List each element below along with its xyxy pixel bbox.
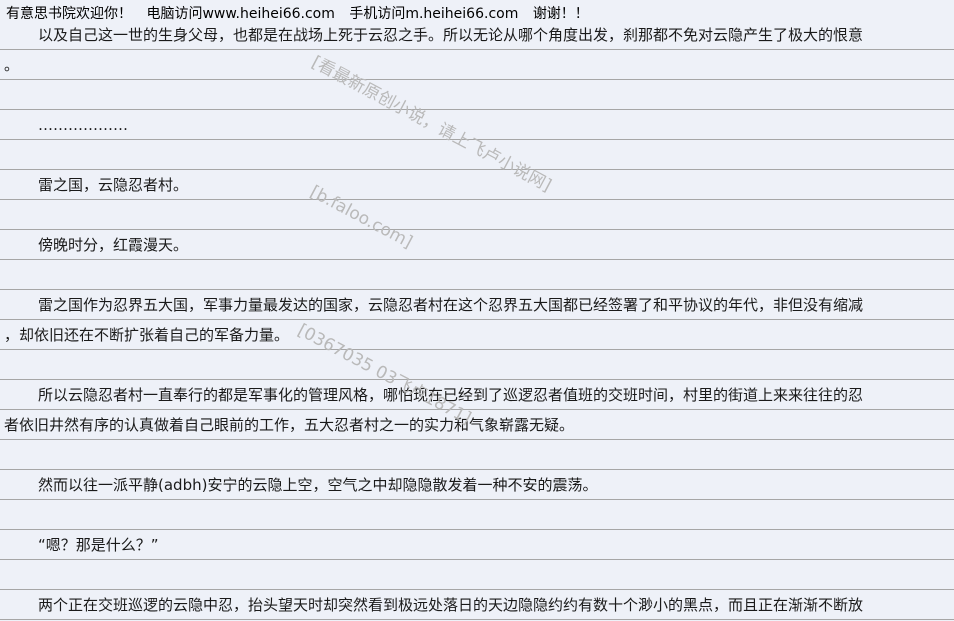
text-line: ，却依旧还在不断扩张着自己的军备力量。 — [4, 326, 290, 344]
text-line: 然而以往一派平静(adbh)安宁的云隐上空，空气之中却隐隐散发着一种不安的震荡。 — [38, 476, 598, 494]
text-line: 傍晚时分，红霞漫天。 — [38, 236, 189, 254]
text-line: 两个正在交班巡逻的云隐中忍，抬头望天时却突然看到极远处落日的天边隐隐约约有数十个… — [38, 596, 864, 614]
text-line: 所以云隐忍者村一直奉行的都是军事化的管理风格，哪怕现在已经到了巡逻忍者值班的交班… — [38, 386, 864, 404]
text-line: ……………… — [38, 116, 128, 134]
text-line: 雷之国，云隐忍者村。 — [38, 176, 189, 194]
text-line: 雷之国作为忍界五大国，军事力量最发达的国家，云隐忍者村在这个忍界五大国都已经签署… — [38, 296, 864, 314]
text-line: “嗯？那是什么？” — [38, 536, 159, 554]
text-line: 。 — [4, 56, 20, 74]
text-line: 者依旧井然有序的认真做着自己眼前的工作，五大忍者村之一的实力和气象崭露无疑。 — [4, 416, 575, 434]
text-page: 以及自己这一世的生身父母，也都是在战场上死于云忍之手。所以无论从哪个角度出发，刹… — [0, 20, 954, 621]
text-line: 以及自己这一世的生身父母，也都是在战场上死于云忍之手。所以无论从哪个角度出发，刹… — [38, 26, 864, 44]
